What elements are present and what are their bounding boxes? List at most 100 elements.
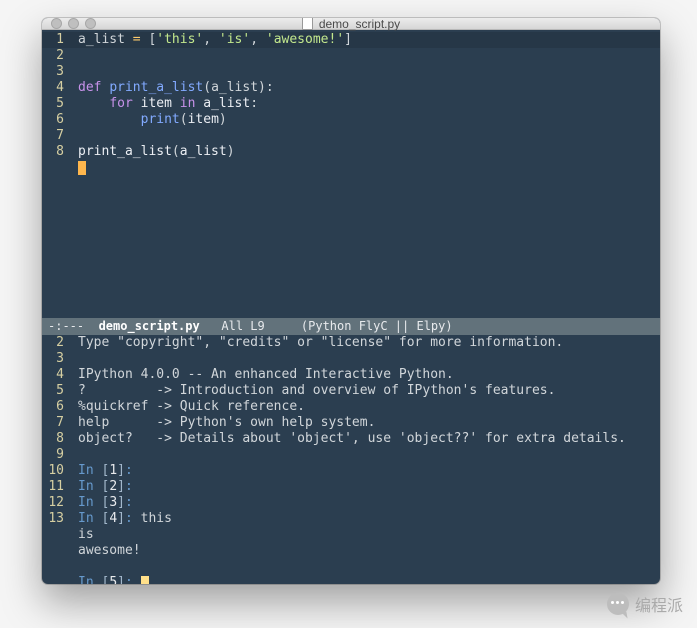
repl-content[interactable]: object? -> Details about 'object', use '…	[72, 431, 660, 447]
ipython-prompt: In [2]:	[78, 479, 141, 494]
repl-content[interactable]: ? -> Introduction and overview of IPytho…	[72, 383, 660, 399]
repl-content[interactable]: In [1]:	[72, 463, 660, 479]
line-number: 2	[42, 335, 72, 351]
repl-content[interactable]: In [5]:	[72, 575, 660, 584]
repl-content[interactable]: In [4]: this	[72, 511, 660, 527]
repl-line[interactable]: 4IPython 4.0.0 -- An enhanced Interactiv…	[42, 367, 660, 383]
repl-line[interactable]: is	[42, 527, 660, 543]
line-number: 11	[42, 479, 72, 495]
code-line[interactable]: 7	[42, 128, 660, 144]
code-token	[78, 112, 141, 127]
repl-text: object? -> Details about 'object', use '…	[78, 431, 626, 446]
code-token: print	[141, 112, 180, 127]
ipython-prompt: In [5]:	[78, 575, 141, 584]
line-number: 6	[42, 399, 72, 415]
code-token: :	[250, 96, 258, 111]
line-number: 4	[42, 80, 72, 96]
repl-line[interactable]: awesome!	[42, 543, 660, 559]
editor-window: demo_script.py 1a_list = ['this', 'is', …	[42, 18, 660, 584]
code-token	[125, 32, 133, 47]
repl-line[interactable]: 8 object? -> Details about 'object', use …	[42, 431, 660, 447]
ipython-prompt: In [3]:	[78, 495, 141, 510]
minimize-icon[interactable]	[68, 18, 79, 29]
repl-text: %quickref -> Quick reference.	[78, 399, 305, 414]
line-number: 13	[42, 511, 72, 527]
repl-line[interactable]: 10In [1]:	[42, 463, 660, 479]
repl-content[interactable]: IPython 4.0.0 -- An enhanced Interactive…	[72, 367, 660, 383]
repl-content[interactable]: awesome!	[72, 543, 660, 559]
line-number	[42, 527, 72, 543]
cursor	[78, 161, 86, 175]
code-content[interactable]: for item in a_list:	[72, 96, 660, 112]
line-number: 6	[42, 112, 72, 128]
repl-content[interactable]	[72, 559, 660, 575]
code-content[interactable]	[72, 48, 660, 64]
line-number: 8	[42, 431, 72, 447]
modeline-modes: (Python FlyC || Elpy)	[301, 319, 453, 333]
repl-line[interactable]: 7 help -> Python's own help system.	[42, 415, 660, 431]
line-number: 2	[42, 48, 72, 64]
code-token: print_a_list	[78, 144, 172, 159]
code-token: a_list	[78, 32, 125, 47]
repl-pane[interactable]: 2 Type "copyright", "credits" or "license…	[42, 335, 660, 584]
line-number: 5	[42, 96, 72, 112]
zoom-icon[interactable]	[85, 18, 96, 29]
repl-text: ? -> Introduction and overview of IPytho…	[78, 383, 555, 398]
repl-content[interactable]	[72, 447, 660, 463]
code-content[interactable]: print(item)	[72, 112, 660, 128]
repl-content[interactable]: is	[72, 527, 660, 543]
repl-content[interactable]: help -> Python's own help system.	[72, 415, 660, 431]
repl-line[interactable]: 13In [4]: this	[42, 511, 660, 527]
repl-text: help -> Python's own help system.	[78, 415, 375, 430]
line-number: 5	[42, 383, 72, 399]
code-token: ,	[203, 32, 219, 47]
close-icon[interactable]	[51, 18, 62, 29]
repl-line[interactable]: In [5]:	[42, 575, 660, 584]
code-token: for	[109, 96, 140, 111]
code-content[interactable]: print_a_list(a_list)	[72, 144, 660, 160]
code-token: 'awesome!'	[266, 32, 344, 47]
code-line[interactable]: 4def print_a_list(a_list):	[42, 80, 660, 96]
repl-content[interactable]: Type "copyright", "credits" or "license"…	[72, 335, 660, 351]
code-line[interactable]: 3	[42, 64, 660, 80]
watermark: 编程派	[607, 592, 683, 616]
code-line[interactable]: 2	[42, 48, 660, 64]
repl-line[interactable]: 2 Type "copyright", "credits" or "license…	[42, 335, 660, 351]
code-token: =	[133, 32, 141, 47]
code-content[interactable]	[72, 64, 660, 80]
code-content[interactable]: a_list = ['this', 'is', 'awesome!']	[72, 32, 660, 48]
code-token: ,	[250, 32, 266, 47]
line-number: 10	[42, 463, 72, 479]
code-pane-top[interactable]: 1a_list = ['this', 'is', 'awesome!']234d…	[42, 30, 660, 318]
repl-text: this	[141, 511, 172, 526]
code-line[interactable]: 1a_list = ['this', 'is', 'awesome!']	[42, 32, 660, 48]
repl-line[interactable]	[42, 559, 660, 575]
code-content[interactable]	[72, 128, 660, 144]
line-number	[42, 543, 72, 559]
repl-text: Type "copyright", "credits" or "license"…	[78, 335, 563, 350]
repl-line[interactable]: 9	[42, 447, 660, 463]
repl-line[interactable]: 11 In [2]:	[42, 479, 660, 495]
code-token: a_list	[180, 144, 227, 159]
repl-line[interactable]: 3	[42, 351, 660, 367]
code-line[interactable]: 5 for item in a_list:	[42, 96, 660, 112]
modeline-top: -:--- demo_script.py All L9 (Python FlyC…	[42, 318, 660, 335]
code-line[interactable]: 6 print(item)	[42, 112, 660, 128]
window-title-text: demo_script.py	[319, 18, 400, 31]
repl-content[interactable]: In [3]:	[72, 495, 660, 511]
repl-content[interactable]: %quickref -> Quick reference.	[72, 399, 660, 415]
titlebar[interactable]: demo_script.py	[42, 18, 660, 30]
code-token: (	[203, 80, 211, 95]
code-token: in	[180, 96, 203, 111]
editor-body: 1a_list = ['this', 'is', 'awesome!']234d…	[42, 30, 660, 584]
code-line[interactable]: 8print_a_list(a_list)	[42, 144, 660, 160]
repl-content[interactable]: In [2]:	[72, 479, 660, 495]
code-token	[172, 96, 180, 111]
code-content[interactable]: def print_a_list(a_list):	[72, 80, 660, 96]
repl-line[interactable]: 12In [3]:	[42, 495, 660, 511]
repl-line[interactable]: 6 %quickref -> Quick reference.	[42, 399, 660, 415]
line-number: 7	[42, 415, 72, 431]
repl-line[interactable]: 5 ? -> Introduction and overview of IPyth…	[42, 383, 660, 399]
repl-content[interactable]	[72, 351, 660, 367]
cursor	[141, 576, 149, 584]
